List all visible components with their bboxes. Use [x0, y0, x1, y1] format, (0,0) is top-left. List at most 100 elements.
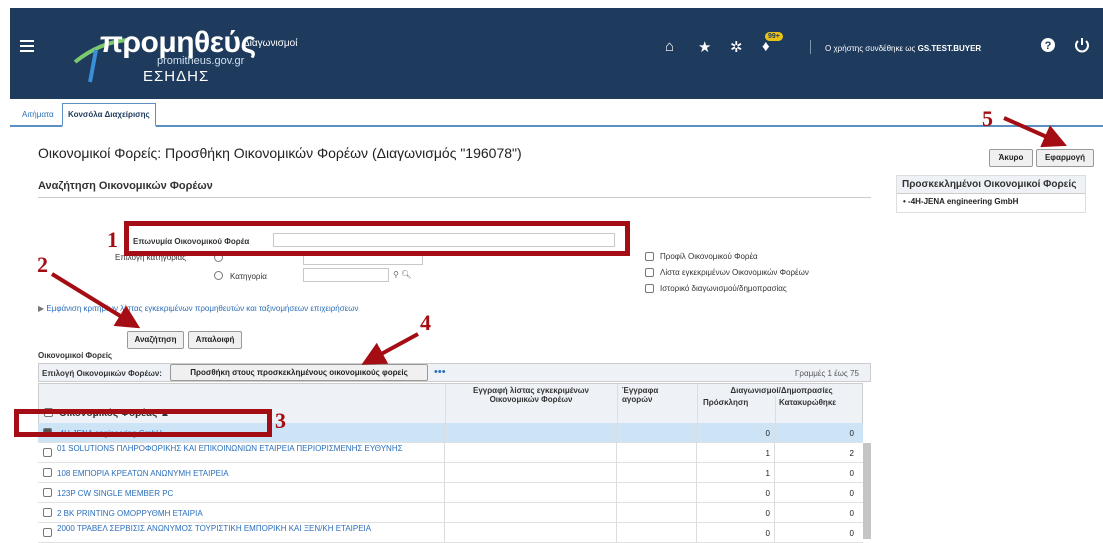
- col-awarded[interactable]: Κατακυρώθηκε: [779, 398, 836, 407]
- scrollbar[interactable]: [863, 443, 871, 539]
- invited-panel-title: Προσκεκλημένοι Οικονομικοί Φορείς: [897, 176, 1085, 194]
- divider: [810, 40, 811, 54]
- category-input[interactable]: [303, 268, 389, 282]
- divider: [444, 523, 445, 543]
- logo-system: ΕΣΗΔΗΣ: [143, 68, 210, 85]
- add-to-invited-button[interactable]: Προσθήκη στους προσκεκλημένους οικονομικ…: [170, 364, 428, 381]
- user-name: GS.TEST.BUYER: [917, 44, 982, 53]
- home-icon[interactable]: ⌂: [665, 38, 674, 55]
- app-header: προμηθεύς promitheus.gov.gr ΕΣΗΔΗΣ Διαγω…: [10, 8, 1103, 99]
- awarded-count: 0: [849, 489, 854, 498]
- annotation-arrow-2: [50, 272, 141, 329]
- divider: [444, 483, 445, 503]
- invitation-count: 0: [765, 509, 770, 518]
- col-market-docs[interactable]: Έγγραφα αγορών: [622, 386, 662, 404]
- divider: [444, 443, 445, 463]
- invitation-count: 0: [765, 489, 770, 498]
- rows-info: Γραμμές 1 έως 75: [795, 369, 859, 378]
- divider: [444, 463, 445, 483]
- row-checkbox[interactable]: [43, 508, 52, 517]
- col-invitation[interactable]: Πρόσκληση: [703, 398, 748, 407]
- gear-icon[interactable]: ✲: [730, 38, 743, 56]
- search-icon[interactable]: ⚲ 🔍︎: [393, 270, 411, 279]
- divider: [774, 423, 775, 443]
- supplier-name-link[interactable]: 2 BK PRINTING ΟΜΟΡΡΥΘΜΗ ΕΤΑΙΡΙΑ: [57, 509, 457, 518]
- star-icon[interactable]: ★: [698, 38, 711, 56]
- power-icon[interactable]: [1074, 37, 1090, 53]
- table-row[interactable]: 108 ΕΜΠΟΡΙΑ ΚΡΕΑΤΩΝ ΑΝΩΝΥΜΗ ΕΤΑΙΡΕΙΑ 1 0: [38, 463, 863, 483]
- module-name: Διαγωνισμοί: [243, 38, 298, 49]
- awarded-count: 0: [849, 509, 854, 518]
- logo-site: promitheus.gov.gr: [157, 55, 245, 67]
- apply-button[interactable]: Εφαρμογή: [1036, 149, 1094, 167]
- annotation-number-1: 1: [107, 227, 118, 252]
- divider: [696, 443, 697, 463]
- annotation-arrow-4: [361, 332, 419, 365]
- row-checkbox[interactable]: [43, 468, 52, 477]
- awarded-count: 0: [849, 469, 854, 478]
- annotation-box-3: [14, 409, 272, 437]
- divider: [774, 463, 775, 483]
- annotation-number-5: 5: [982, 106, 993, 131]
- divider: [774, 483, 775, 503]
- col-approved-list[interactable]: Εγγραφή λίστας εγκεκριμένων Οικονομικών …: [451, 386, 611, 404]
- divider: [444, 423, 445, 443]
- supplier-name-link[interactable]: 01 SOLUTIONS ΠΛΗΡΟΦΟΡΙΚΗΣ ΚΑΙ ΕΠΙΚΟΙΝΩΝΙ…: [57, 444, 457, 453]
- expand-criteria-link[interactable]: ▶ Εμφάνιση κριτηρίων λίστας εγκεκριμένων…: [38, 304, 359, 313]
- help-icon[interactable]: ?: [1040, 37, 1056, 53]
- table-row[interactable]: 2 BK PRINTING ΟΜΟΡΡΥΘΜΗ ΕΤΑΙΡΙΑ 0 0: [38, 503, 863, 523]
- awarded-count: 0: [849, 429, 854, 438]
- supplier-name-link[interactable]: 123P CW SINGLE MEMBER PC: [57, 489, 457, 498]
- user-prefix: Ο χρήστης συνδέθηκε ως: [825, 44, 916, 53]
- menu-icon[interactable]: [20, 40, 34, 52]
- table-row[interactable]: 2000 ΤΡΑΒΕΛ ΣΕΡΒΙΣΙΣ ΑΝΩΝΥΜΟΣ ΤΟΥΡΙΣΤΙΚΗ…: [38, 523, 863, 543]
- awarded-count: 2: [849, 449, 854, 458]
- search-button[interactable]: Αναζήτηση: [127, 331, 184, 349]
- invitation-count: 1: [765, 469, 770, 478]
- divider: [696, 523, 697, 543]
- page-title: Οικονομικοί Φορείς: Προσθήκη Οικονομικών…: [38, 145, 522, 161]
- divider: [696, 423, 697, 443]
- divider: [696, 503, 697, 523]
- table-row[interactable]: 123P CW SINGLE MEMBER PC 0 0: [38, 483, 863, 503]
- awarded-count: 0: [849, 529, 854, 538]
- supplier-name-link[interactable]: 108 ΕΜΠΟΡΙΑ ΚΡΕΑΤΩΝ ΑΝΩΝΥΜΗ ΕΤΑΙΡΕΙΑ: [57, 469, 457, 478]
- cancel-button[interactable]: Άκυρο: [989, 149, 1033, 167]
- checkbox-history-label: Ιστορικό διαγωνισμού/δημοπρασίας: [660, 284, 787, 293]
- divider: [616, 463, 617, 483]
- row-checkbox[interactable]: [43, 528, 52, 537]
- radio-category-label: Κατηγορία: [230, 272, 267, 281]
- user-info: Ο χρήστης συνδέθηκε ως GS.TEST.BUYER: [825, 44, 981, 53]
- invitation-count: 0: [765, 429, 770, 438]
- notification-badge: 99+: [765, 32, 783, 41]
- radio-category[interactable]: [214, 271, 223, 280]
- checkbox-approved-list[interactable]: [645, 268, 654, 277]
- invited-panel: Προσκεκλημένοι Οικονομικοί Φορείς • -4H-…: [896, 175, 1086, 213]
- divider: [774, 523, 775, 543]
- checkbox-profile-label: Προφίλ Οικονομικού Φορέα: [660, 252, 758, 261]
- svg-text:?: ?: [1045, 40, 1052, 52]
- more-icon[interactable]: •••: [434, 366, 446, 378]
- checkbox-profile[interactable]: [645, 252, 654, 261]
- select-suppliers-label: Επιλογή Οικονομικών Φορέων:: [42, 369, 162, 378]
- annotation-number-4: 4: [420, 310, 431, 335]
- tab-bar: [10, 105, 1103, 127]
- checkbox-history[interactable]: [645, 284, 654, 293]
- divider: [616, 443, 617, 463]
- divider: [696, 463, 697, 483]
- row-checkbox[interactable]: [43, 448, 52, 457]
- table-row[interactable]: 01 SOLUTIONS ΠΛΗΡΟΦΟΡΙΚΗΣ ΚΑΙ ΕΠΙΚΟΙΝΩΝΙ…: [38, 443, 863, 463]
- table-toolbar: Επιλογή Οικονομικών Φορέων: Προσθήκη στο…: [38, 363, 871, 382]
- invited-item: • -4H-JENA engineering GmbH: [903, 197, 1019, 206]
- supplier-name-link[interactable]: 2000 ΤΡΑΒΕΛ ΣΕΡΒΙΣΙΣ ΑΝΩΝΥΜΟΣ ΤΟΥΡΙΣΤΙΚΗ…: [57, 524, 457, 533]
- divider: [774, 443, 775, 463]
- divider: [774, 503, 775, 523]
- tab-requests[interactable]: Αιτήματα: [22, 110, 54, 119]
- search-section-title: Αναζήτηση Οικονομικών Φορέων: [38, 180, 213, 192]
- divider: [616, 503, 617, 523]
- invitation-count: 0: [765, 529, 770, 538]
- divider: [696, 483, 697, 503]
- clear-button[interactable]: Απαλοιφή: [188, 331, 242, 349]
- row-checkbox[interactable]: [43, 488, 52, 497]
- tab-admin-console[interactable]: Κονσόλα Διαχείρισης: [62, 103, 156, 127]
